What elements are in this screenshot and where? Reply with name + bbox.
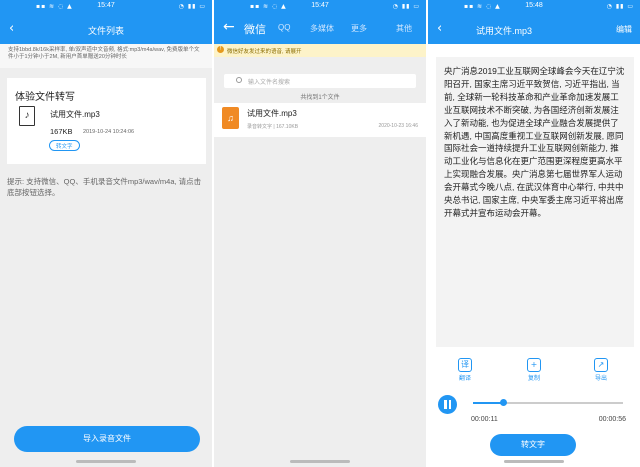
file-name: 试用文件.mp3 [50,110,100,119]
trial-file-card[interactable]: 体验文件转写 ♪ 试用文件.mp3 167KB 2019-10-24 10:24… [7,78,206,164]
file-picker-screen: ▪▪ ≋ ◌ ▲ 15:47 ◔ ▮▮ ▭ ← 微信 QQ 多媒体 更多 其他 … [214,0,426,467]
battery-icon: ◔ ▮▮ ▭ [392,3,420,10]
found-count: 共找到1个文件 [300,95,340,101]
list-item[interactable]: ♫ 试用文件.mp3 录音转文字 | 167.10KB 2020-10-23 1… [214,103,426,137]
tab-more[interactable]: 更多 [351,23,367,34]
battery-icon: ◔ ▮▮ ▭ [178,3,206,10]
format-hint: 支持1bbd.8k/16k采样率, 单/双声道中文音频, 格式:mp3/m4a/… [0,44,212,68]
audio-file-icon: ♪ [19,106,35,126]
status-bar: ▪▪ ≋ ◌ ▲ 15:47 ◔ ▮▮ ▭ [0,0,212,14]
edit-button[interactable]: 编辑 [616,24,632,35]
import-recording-button[interactable]: 导入录音文件 [14,426,200,452]
file-list-screen: ▪▪ ≋ ◌ ▲ 15:47 ◔ ▮▮ ▭ ‹ 文件列表 支持1bbd.8k/1… [0,0,212,467]
copy-button[interactable]: + 复制 [519,358,549,382]
tab-other[interactable]: 其他 [396,23,412,34]
home-indicator [76,460,136,463]
export-icon: ↗ [594,358,608,372]
tab-qq[interactable]: QQ [278,23,290,32]
translate-label: 翻译 [458,376,471,382]
file-size: 167KB [50,127,73,136]
progress-slider[interactable] [473,399,623,406]
app-bar: ‹ 文件列表 [0,14,212,44]
card-title: 体验文件转写 [15,92,75,103]
transcript-screen: ▪▪ ≋ ◌ ▲ 15:48 ◔ ▮▮ ▭ ‹ 试用文件.mp3 编辑 央广消息… [428,0,640,467]
page-title: 文件列表 [87,26,124,36]
warning-text: 微信好友发过来的语音, 请展开 [227,49,302,55]
back-arrow-icon[interactable]: ← [223,19,235,35]
file-name: 试用文件.mp3 [247,109,297,118]
current-time: 00:00:11 [471,416,498,423]
search-icon [236,77,242,83]
music-file-icon: ♫ [222,107,239,129]
page-title: 试用文件.mp3 [475,26,532,36]
convert-tag-button[interactable]: 转文字 [49,140,80,151]
tab-wechat[interactable]: 微信 [244,21,266,37]
convert-button[interactable]: 转文字 [490,434,576,456]
battery-icon: ◔ ▮▮ ▭ [606,3,634,10]
progress-fill [473,402,503,404]
status-bar: ▪▪ ≋ ◌ ▲ 15:47 ◔ ▮▮ ▭ [214,0,426,14]
translate-icon: 译 [458,358,472,372]
pause-button[interactable] [438,395,457,414]
transcript-text[interactable]: 央广消息2019工业互联网全球峰会今天在辽宁沈阳召开, 国家主席习近平致贺信, … [436,57,634,347]
file-date: 2019-10-24 10:24:06 [83,129,135,135]
file-date: 2020-10-23 16:46 [378,123,418,129]
file-meta: 录音转文字 | 167.10KB [247,124,299,130]
export-label: 导出 [594,376,607,382]
copy-label: 复制 [527,376,540,382]
total-time: 00:00:56 [598,416,626,423]
import-tip: 提示: 支持微信、QQ、手机录音文件mp3/wav/m4a, 请点击底部按钮选择… [7,177,202,197]
copy-icon: + [527,358,541,372]
app-bar: ‹ 试用文件.mp3 编辑 [428,14,640,44]
progress-knob[interactable] [500,399,507,406]
status-bar: ▪▪ ≋ ◌ ▲ 15:48 ◔ ▮▮ ▭ [428,0,640,14]
translate-button[interactable]: 译 翻译 [450,358,480,382]
search-input[interactable]: 输入文件名搜索 [224,74,416,88]
search-placeholder: 输入文件名搜索 [248,80,291,86]
wechat-warning: ! 微信好友发过来的语音, 请展开 [214,44,426,57]
export-button[interactable]: ↗ 导出 [586,358,616,382]
tab-media[interactable]: 多媒体 [310,23,334,34]
warning-icon: ! [217,46,224,53]
home-indicator [290,460,350,463]
source-tabs: ← 微信 QQ 多媒体 更多 其他 [214,14,426,44]
home-indicator [504,460,564,463]
